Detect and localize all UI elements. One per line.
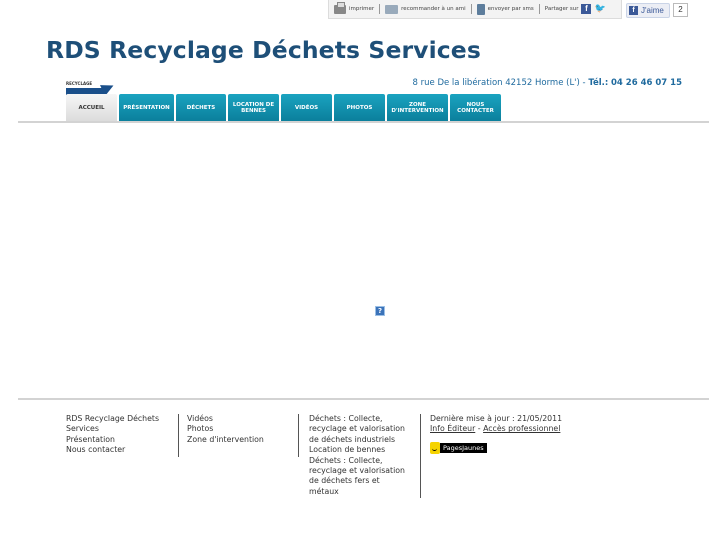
footer-link[interactable]: recyclage et valorisation <box>309 466 420 476</box>
footer-link[interactable]: de déchets fers et <box>309 476 420 486</box>
toolbar-divider <box>379 4 381 14</box>
footer-col-4: Dernière mise à jour : 21/05/2011 Info É… <box>430 414 580 455</box>
footer-col-1: RDS Recyclage Déchets Services Présentat… <box>66 414 179 457</box>
facebook-icon[interactable]: f <box>581 4 592 14</box>
footer-col-3: Déchets : Collecte, recyclage et valoris… <box>309 414 421 498</box>
address-separator: - <box>582 78 586 88</box>
tab-presentation[interactable]: PRÉSENTATION <box>119 94 174 121</box>
facebook-like-button[interactable]: f J'aime <box>626 3 670 18</box>
footer-link[interactable]: de déchets industriels <box>309 435 420 445</box>
like-label: J'aime <box>641 6 664 15</box>
footer-link[interactable]: Présentation <box>66 435 178 445</box>
acces-pro-link[interactable]: Accès professionnel <box>483 424 560 433</box>
recommend-label: recommander à un ami <box>401 6 466 12</box>
toolbar-divider <box>470 4 472 14</box>
tel-label: Tél.: <box>588 78 609 88</box>
phone-icon <box>476 3 485 15</box>
missing-plugin-icon[interactable]: ? <box>375 306 385 316</box>
footer-link[interactable]: Déchets : Collecte, <box>309 414 420 424</box>
address-text: 8 rue De la libération 42152 Horme (L') <box>412 78 580 88</box>
main-nav: ACCUEIL PRÉSENTATION DÉCHETS LOCATION DE… <box>66 94 501 121</box>
tab-location-bennes[interactable]: LOCATION DE BENNES <box>228 94 279 121</box>
share-group: Partager sur f 🐦 <box>545 4 606 14</box>
print-label: imprimer <box>349 6 375 12</box>
info-editeur-link[interactable]: Info Éditeur <box>430 424 475 433</box>
twitter-icon[interactable]: 🐦 <box>594 4 605 14</box>
tab-videos[interactable]: VIDÉOS <box>281 94 332 121</box>
tab-nous-contacter[interactable]: NOUS CONTACTER <box>450 94 501 121</box>
last-updated: Dernière mise à jour : 21/05/2011 <box>430 414 563 423</box>
recommend-link[interactable]: recommander à un ami <box>385 4 466 14</box>
mail-icon <box>385 4 399 14</box>
pagesjaunes-label: PagesJaunes <box>440 442 487 453</box>
tab-zone-intervention[interactable]: ZONE D'INTERVENTION <box>387 94 448 121</box>
contact-info: 8 rue De la libération 42152 Horme (L') … <box>413 78 682 88</box>
tel-number: 04 26 46 07 15 <box>611 78 682 88</box>
footer-col-2: Vidéos Photos Zone d'intervention <box>187 414 299 457</box>
tab-accueil[interactable]: ACCUEIL <box>66 94 117 121</box>
footer-link[interactable]: recyclage et valorisation <box>309 424 420 434</box>
footer-link[interactable]: Zone d'intervention <box>187 435 298 445</box>
pagesjaunes-badge[interactable]: PagesJaunes <box>430 441 494 455</box>
editor-links: Info Éditeur - Accès professionnel <box>430 424 580 434</box>
logo-text: RECYCLAGE <box>66 81 93 86</box>
footer-link[interactable]: Location de bennes <box>309 445 420 455</box>
share-label: Partager sur <box>544 6 579 12</box>
footer-link[interactable]: Photos <box>187 424 298 434</box>
footer-link[interactable]: Déchets : Collecte, <box>309 456 420 466</box>
pagesjaunes-logo-icon <box>430 441 440 454</box>
top-toolbar: imprimer recommander à un ami envoyer pa… <box>328 0 622 19</box>
sms-link[interactable]: envoyer par sms <box>476 3 534 15</box>
footer-link[interactable]: Vidéos <box>187 414 298 424</box>
footer-link[interactable]: métaux <box>309 487 420 497</box>
footer-divider <box>18 398 709 400</box>
tab-photos[interactable]: PHOTOS <box>334 94 385 121</box>
print-link[interactable]: imprimer <box>334 1 375 14</box>
printer-icon <box>334 1 346 14</box>
toolbar-divider <box>538 4 540 14</box>
sms-label: envoyer par sms <box>487 6 534 12</box>
facebook-icon: f <box>629 6 638 15</box>
nav-divider <box>18 121 709 123</box>
footer-link[interactable]: RDS Recyclage Déchets <box>66 414 178 424</box>
footer-link[interactable]: Services <box>66 424 178 434</box>
site-title[interactable]: RDS Recyclage Déchets Services <box>46 36 481 64</box>
like-count: 2 <box>673 3 688 17</box>
tab-dechets[interactable]: DÉCHETS <box>176 94 226 121</box>
footer-link[interactable]: Nous contacter <box>66 445 178 455</box>
link-separator: - <box>477 424 481 434</box>
